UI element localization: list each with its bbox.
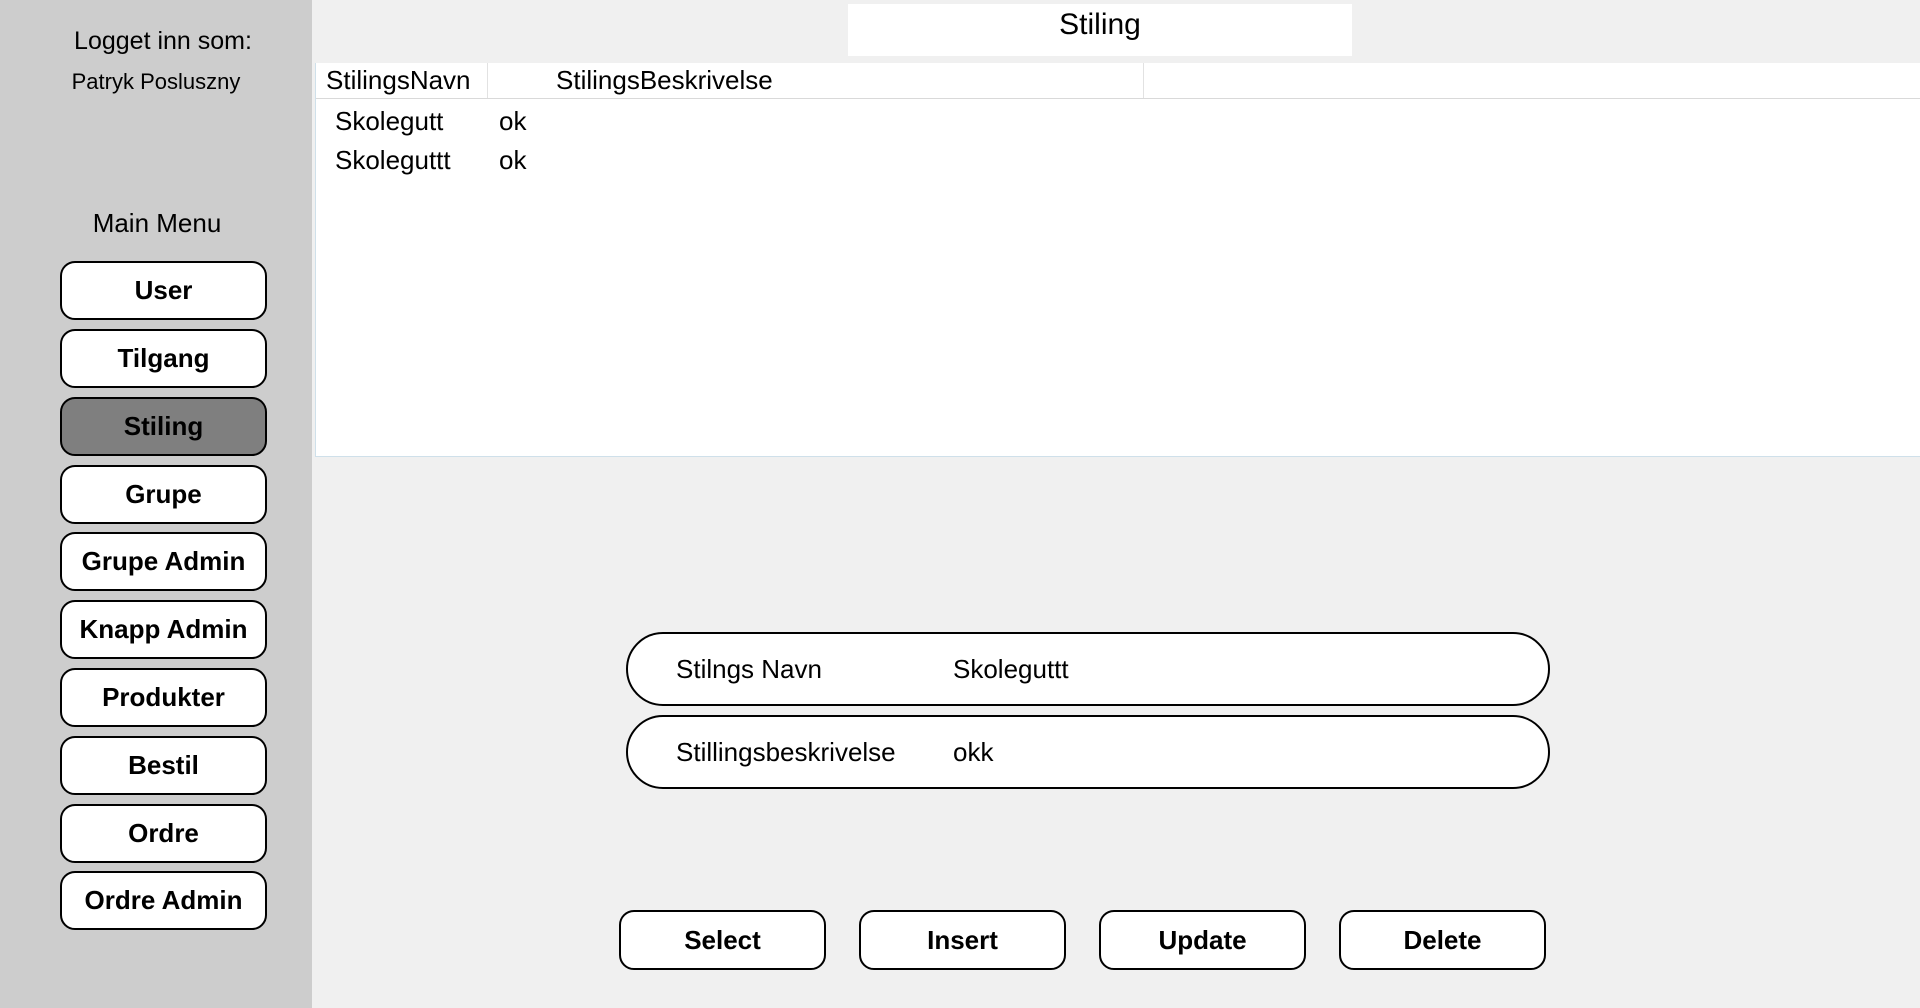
stillingsbeskrivelse-input[interactable] — [953, 729, 1513, 775]
menu-button-grupe[interactable]: Grupe — [60, 465, 267, 524]
select-button[interactable]: Select — [619, 910, 826, 970]
stilings-navn-input[interactable] — [953, 646, 1513, 692]
column-header-stilingsnavn[interactable]: StilingsNavn — [316, 63, 488, 98]
page-title-text: Stiling — [1059, 8, 1141, 41]
stillingsbeskrivelse-field: Stillingsbeskrivelse — [626, 715, 1550, 789]
stilings-navn-label: Stilngs Navn — [676, 654, 822, 684]
menu-button-tilgang[interactable]: Tilgang — [60, 329, 267, 388]
cell-stilingsnavn: Skolegutt — [335, 106, 444, 136]
table-row[interactable]: Skoleguttt ok — [316, 141, 1920, 179]
column-header-stilingsbeskrivelse[interactable]: StilingsBeskrivelse — [488, 63, 1144, 98]
delete-button[interactable]: Delete — [1339, 910, 1546, 970]
cell-stilingsnavn: Skoleguttt — [335, 145, 451, 175]
menu-button-stiling[interactable]: Stiling — [60, 397, 267, 456]
logged-in-label: Logget inn som: — [74, 27, 252, 55]
menu-button-grupe-admin[interactable]: Grupe Admin — [60, 532, 267, 591]
cell-stilingsbeskrivelse: ok — [499, 145, 527, 175]
menu-button-ordre-admin[interactable]: Ordre Admin — [60, 871, 267, 930]
table-row[interactable]: Skolegutt ok — [316, 102, 1920, 140]
update-button[interactable]: Update — [1099, 910, 1306, 970]
user-name: Patryk Posluszny — [71, 69, 241, 94]
data-grid[interactable]: StilingsNavn StilingsBeskrivelse Skolegu… — [315, 63, 1920, 457]
insert-button[interactable]: Insert — [859, 910, 1066, 970]
menu-button-ordre[interactable]: Ordre — [60, 804, 267, 863]
menu-button-produkter[interactable]: Produkter — [60, 668, 267, 727]
menu-button-bestil[interactable]: Bestil — [60, 736, 267, 795]
app-window: Logget inn som: Patryk Posluszny Main Me… — [0, 0, 1920, 1008]
grid-header: StilingsNavn StilingsBeskrivelse — [316, 63, 1920, 99]
sidebar: Logget inn som: Patryk Posluszny Main Me… — [0, 0, 312, 1008]
menu-button-user[interactable]: User — [60, 261, 267, 320]
stilings-navn-field: Stilngs Navn — [626, 632, 1550, 706]
main-menu-title: Main Menu — [92, 208, 222, 238]
cell-stilingsbeskrivelse: ok — [499, 106, 527, 136]
page-title: Stiling — [848, 4, 1352, 56]
stillingsbeskrivelse-label: Stillingsbeskrivelse — [676, 737, 896, 767]
menu-button-knapp-admin[interactable]: Knapp Admin — [60, 600, 267, 659]
